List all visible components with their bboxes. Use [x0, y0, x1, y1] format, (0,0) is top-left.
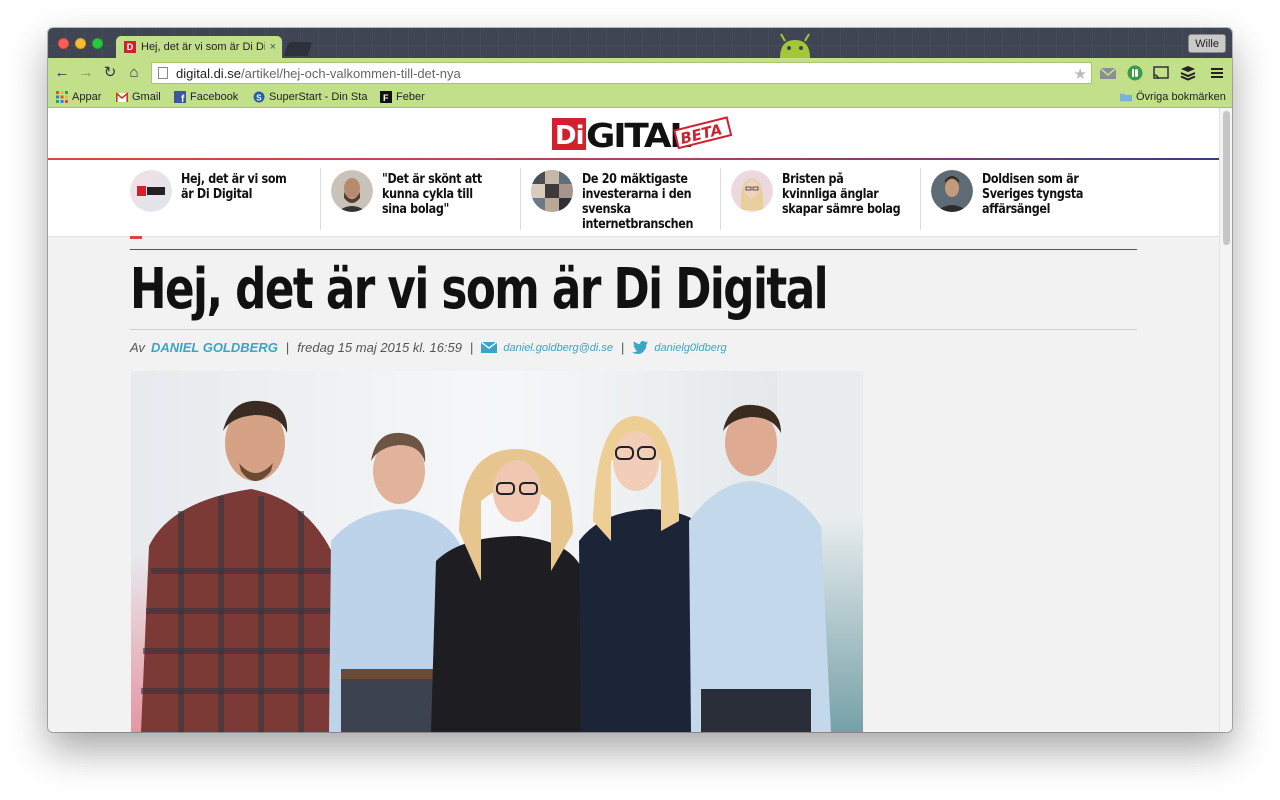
article-sub-rule [130, 329, 1137, 330]
byline-separator: | [621, 340, 625, 355]
page-icon [158, 67, 168, 79]
folder-icon [1120, 93, 1132, 102]
author-link[interactable]: DANIEL GOLDBERG [151, 340, 278, 355]
email-icon [481, 342, 498, 353]
bookmark-facebook[interactable]: f Facebook [174, 91, 238, 103]
strip-item-title: Doldisen som är Sveriges tyngsta affärsä… [982, 172, 1084, 217]
url-text: digital.di.se/artikel/hej-och-valkommen-… [176, 65, 461, 81]
scrollbar-thumb[interactable] [1223, 111, 1230, 245]
bookmark-gmail[interactable]: Gmail [116, 91, 161, 103]
bookmark-superstart[interactable]: S SuperStart - Din Sta [253, 91, 367, 103]
byline-prefix: Av [130, 340, 145, 355]
bookmark-apps[interactable]: Appar [56, 91, 101, 103]
strip-item-title: Hej, det är vi som är Di Digital [181, 172, 287, 202]
strip-thumb-man-portrait [931, 170, 973, 212]
strip-item[interactable]: De 20 mäktigaste investerarna i den sven… [520, 168, 720, 232]
author-email-link[interactable]: daniel.goldberg@di.se [503, 342, 613, 354]
bookmark-label: Feber [396, 91, 425, 103]
cast-icon[interactable] [1152, 65, 1170, 81]
address-bar[interactable]: digital.di.se/artikel/hej-och-valkommen-… [151, 62, 1092, 84]
bookmark-label: SuperStart - Din Sta [269, 91, 368, 103]
new-tab-button[interactable] [283, 42, 313, 56]
strip-thumb-di-logo [130, 170, 172, 212]
android-theme-icon [780, 33, 810, 58]
apps-grid-icon [56, 91, 68, 103]
bookmark-star-icon[interactable]: ★ [1074, 65, 1087, 83]
menu-icon[interactable] [1208, 65, 1226, 81]
profile-button[interactable]: Wille [1188, 34, 1226, 53]
gmail-icon [116, 92, 128, 102]
strip-item[interactable]: "Det är skönt att kunna cykla till sina … [320, 168, 520, 230]
strip-item-title: Bristen på kvinnliga änglar skapar sämre… [782, 172, 901, 217]
article-byline: Av DANIEL GOLDBERG | fredag 15 maj 2015 … [130, 340, 727, 355]
close-window-button[interactable] [58, 38, 69, 49]
bookmark-label: Facebook [190, 91, 239, 103]
strip-item[interactable]: Hej, det är vi som är Di Digital [120, 168, 320, 230]
superstart-icon: S [253, 91, 265, 103]
mail-extension-icon[interactable] [1099, 65, 1117, 81]
site-header: Di GITAL BETA [48, 108, 1219, 158]
di-digital-logo[interactable]: Di GITAL BETA [552, 116, 734, 152]
zoom-window-button[interactable] [92, 38, 103, 49]
strip-item-title: "Det är skönt att kunna cykla till sina … [382, 172, 482, 217]
strip-item[interactable]: Doldisen som är Sveriges tyngsta affärsä… [920, 168, 1120, 230]
article-headline: Hej, det är vi som är Di Digital [130, 257, 829, 322]
tab-strip: D Hej, det är vi som är Di Digi × Wille [48, 28, 1232, 58]
pushbullet-extension-icon[interactable] [1126, 65, 1144, 81]
strip-thumb-blonde-woman [731, 170, 773, 212]
browser-toolbar: ← → ↻ ⌂ digital.di.se/artikel/hej-och-va… [48, 58, 1232, 89]
bookmark-label: Övriga bokmärken [1136, 91, 1226, 103]
minimize-window-button[interactable] [75, 38, 86, 49]
forward-arrow-icon[interactable]: → [78, 65, 94, 81]
article-hero-photo [131, 371, 863, 732]
page-viewport: Di GITAL BETA Hej, det är vi som är Di D… [48, 108, 1232, 732]
svg-text:Di: Di [555, 121, 584, 151]
svg-text:F: F [383, 93, 389, 103]
strip-item[interactable]: Bristen på kvinnliga änglar skapar sämre… [720, 168, 920, 230]
reload-icon[interactable]: ↻ [102, 65, 118, 81]
facebook-icon: f [174, 91, 186, 103]
di-favicon-icon: D [124, 41, 136, 53]
bookmark-feber[interactable]: F Feber [380, 91, 425, 103]
article-top-rule [130, 249, 1137, 250]
tab-close-icon[interactable]: × [270, 41, 276, 53]
byline-separator: | [285, 340, 290, 355]
bookmark-label: Appar [72, 91, 102, 103]
buffer-icon[interactable] [1179, 65, 1197, 81]
back-arrow-icon[interactable]: ← [54, 65, 70, 81]
strip-thumb-man-beard [331, 170, 373, 212]
bookmark-label: Gmail [132, 91, 161, 103]
bookmarks-bar: Appar Gmail f Facebook S SuperStart - Di… [48, 89, 1232, 108]
page-scrollbar[interactable] [1219, 108, 1232, 732]
tab-title: Hej, det är vi som är Di Digi [141, 41, 265, 53]
feber-icon: F [380, 91, 392, 103]
tab-active[interactable]: D Hej, det är vi som är Di Digi × [116, 36, 282, 58]
author-twitter-link[interactable]: danielg0ldberg [654, 342, 726, 354]
article-date: fredag 15 maj 2015 kl. 16:59 [297, 340, 462, 355]
browser-window: D Hej, det är vi som är Di Digi × Wille … [48, 28, 1232, 732]
strip-thumb-collage [531, 170, 573, 212]
svg-text:S: S [256, 94, 262, 103]
twitter-icon [632, 341, 649, 354]
byline-separator: | [470, 340, 474, 355]
top-stories-strip: Hej, det är vi som är Di Digital "Det är… [48, 160, 1219, 237]
home-icon[interactable]: ⌂ [126, 65, 142, 81]
strip-item-title: De 20 mäktigaste investerarna i den sven… [582, 172, 694, 232]
bookmark-other-folder[interactable]: Övriga bokmärken [1120, 91, 1226, 103]
strip-active-indicator [130, 236, 142, 239]
